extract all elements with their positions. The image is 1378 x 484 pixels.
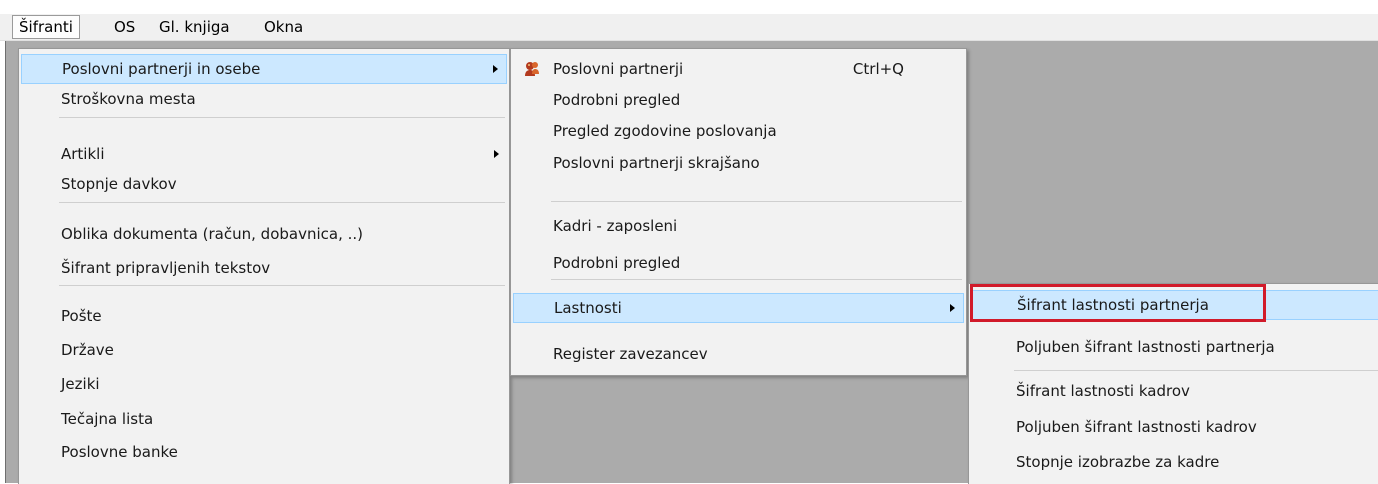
menu-item-label: Stroškovna mesta [61,90,196,108]
menu-item-stroskovna-mesta[interactable]: Stroškovna mesta [21,84,507,114]
menu-sifranti[interactable]: Šifranti [12,15,80,39]
menu-item-stopnje-davkov[interactable]: Stopnje davkov [21,169,507,199]
menu-okna[interactable]: Okna [258,16,309,38]
menu-item-stopnje-izobrazbe-za-kadre[interactable]: Stopnje izobrazbe za kadre [971,447,1378,477]
menu-item-label: Šifrant pripravljenih tekstov [61,259,271,277]
menu-item-label: Poslovni partnerji [553,60,684,78]
menu-item-lastnosti[interactable]: Lastnosti [513,293,964,323]
menu-item-label: Artikli [61,145,105,163]
shortcut-label: Ctrl+Q [852,60,904,78]
menu-item-tecajna-lista[interactable]: Tečajna lista [21,404,507,434]
menu-separator [1014,370,1378,371]
menu-item-label: Šifrant lastnosti kadrov [1016,382,1190,400]
menu-item-sifrant-lastnosti-kadrov[interactable]: Šifrant lastnosti kadrov [971,376,1378,406]
menu-separator [59,202,505,203]
menu-item-register-zavezancev[interactable]: Register zavezancev [513,339,964,369]
menu-item-artikli[interactable]: Artikli [21,139,507,169]
menu-item-poste[interactable]: Pošte [21,301,507,331]
submenu-arrow-icon [950,304,955,312]
menu-item-label: Poslovne banke [61,443,178,461]
menu-item-poljuben-sifrant-lastnosti-partnerja[interactable]: Poljuben šifrant lastnosti partnerja [971,332,1378,362]
menu-item-label: Kadri - zaposleni [553,217,678,235]
menu-item-label: Poljuben šifrant lastnosti partnerja [1016,338,1275,356]
menu-item-label: Pošte [61,307,102,325]
menu-item-label: Poslovni partnerji in osebe [62,60,261,78]
menu-separator [59,117,505,118]
menu-item-poslovni-partnerji-skrajsano[interactable]: Poslovni partnerji skrajšano [513,148,964,178]
menu-item-label: Poslovni partnerji skrajšano [553,154,760,172]
menu-item-poljuben-sifrant-lastnosti-kadrov[interactable]: Poljuben šifrant lastnosti kadrov [971,412,1378,442]
submenu-arrow-icon [494,150,499,158]
menu-item-label: Tečajna lista [61,410,154,428]
submenu-arrow-icon [493,65,498,73]
menu-os[interactable]: OS [108,16,141,38]
menu-separator [59,285,505,286]
menu-item-sifrant-pripravljenih-tekstov[interactable]: Šifrant pripravljenih tekstov [21,253,507,283]
menu-item-label: Stopnje davkov [61,175,177,193]
menu-bar: Šifranti OS Gl. knjiga Okna [0,14,1378,41]
menu-item-label: Podrobni pregled [553,254,681,272]
menu-item-podrobni-pregled-partnerji[interactable]: Podrobni pregled [513,85,964,115]
partnerji-submenu: Poslovni partnerji Ctrl+Q Podrobni pregl… [510,48,967,376]
menu-item-label: Register zavezancev [553,345,708,363]
menu-item-label: Lastnosti [554,299,622,317]
menu-item-oblika-dokumenta[interactable]: Oblika dokumenta (račun, dobavnica, ..) [21,219,507,249]
menu-item-label: Poljuben šifrant lastnosti kadrov [1016,418,1257,436]
menu-item-kadri-zaposleni[interactable]: Kadri - zaposleni [513,211,964,241]
menu-item-drzave[interactable]: Države [21,335,507,365]
menu-item-poslovni-partnerji-in-osebe[interactable]: Poslovni partnerji in osebe [21,54,507,84]
annotation-highlight-box [970,284,1266,322]
clipped-heading-text [0,0,1100,9]
menu-gl-knjiga[interactable]: Gl. knjiga [153,16,236,38]
menu-item-label: Države [61,341,114,359]
menu-item-pregled-zgodovine-poslovanja[interactable]: Pregled zgodovine poslovanja [513,116,964,146]
menu-item-label: Jeziki [61,375,100,393]
menu-item-poslovni-partnerji[interactable]: Poslovni partnerji Ctrl+Q [513,54,964,84]
partner-icon [523,60,541,82]
menu-item-label: Podrobni pregled [553,91,681,109]
sifranti-dropdown: Poslovni partnerji in osebe Stroškovna m… [18,48,510,484]
menu-separator [551,279,962,280]
menu-item-label: Pregled zgodovine poslovanja [553,122,777,140]
menu-item-jeziki[interactable]: Jeziki [21,369,507,399]
menu-item-label: Stopnje izobrazbe za kadre [1016,453,1220,471]
menu-item-poslovne-banke[interactable]: Poslovne banke [21,437,507,467]
menu-separator [551,201,962,202]
menu-item-label: Oblika dokumenta (račun, dobavnica, ..) [61,225,363,243]
menu-item-podrobni-pregled-kadri[interactable]: Podrobni pregled [513,248,964,278]
